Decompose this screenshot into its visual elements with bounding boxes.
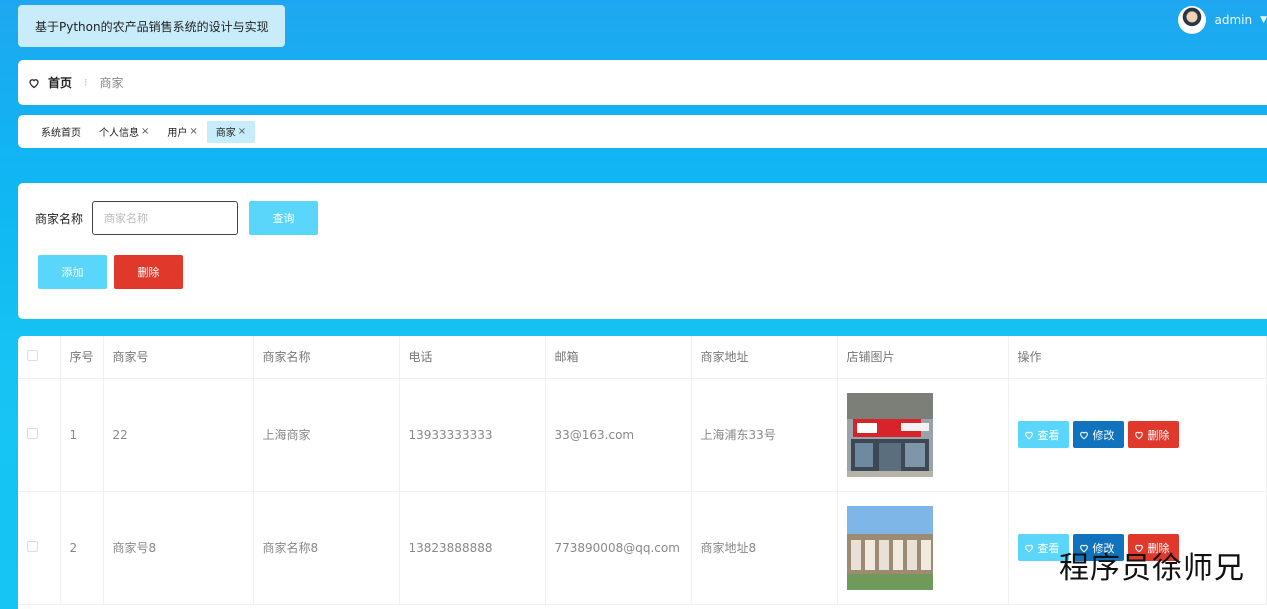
tag-merchants[interactable]: 商家 × <box>206 120 256 143</box>
cell-phone: 13823888888 <box>399 491 546 605</box>
select-all-checkbox[interactable] <box>27 349 38 361</box>
tag-bar: 系统首页 个人信息 × 用户 × 商家 × <box>18 115 1267 148</box>
breadcrumb-home[interactable]: 首页 <box>48 74 72 91</box>
tag-users[interactable]: 用户 × <box>158 121 206 143</box>
col-index: 序号 <box>60 336 104 379</box>
cell-merchant-no: 商家号8 <box>103 491 254 605</box>
delete-button[interactable]: 删除 <box>114 255 183 289</box>
row-actions: 查看 修改 删除 <box>1017 421 1267 448</box>
cell-merchant-name: 商家名称8 <box>253 491 400 605</box>
table-header: 序号 商家号 商家名称 电话 邮箱 商家地址 店铺图片 操作 <box>18 336 1267 379</box>
heart-icon <box>1134 431 1143 439</box>
row-checkbox[interactable] <box>27 540 38 552</box>
col-email: 邮箱 <box>545 336 692 379</box>
row-checkbox[interactable] <box>27 427 38 439</box>
view-label: 查看 <box>1037 428 1060 442</box>
cell-merchant-no: 22 <box>103 378 254 492</box>
search-panel: 商家名称 查询 添加 删除 <box>18 183 1267 319</box>
breadcrumb: 首页 ⁝ 商家 <box>18 60 1267 105</box>
cell-email: 33@163.com <box>545 378 692 492</box>
col-actions: 操作 <box>1008 336 1267 379</box>
close-icon[interactable]: × <box>189 126 197 137</box>
tag-label: 个人信息 <box>99 128 139 139</box>
shop-image <box>846 392 933 477</box>
cell-index: 1 <box>60 378 104 492</box>
add-button[interactable]: 添加 <box>38 255 107 289</box>
heart-icon <box>1079 431 1088 439</box>
col-merchant-no: 商家号 <box>103 336 254 379</box>
cell-phone: 13933333333 <box>399 378 546 492</box>
view-label: 查看 <box>1037 541 1060 555</box>
cell-address: 上海浦东33号 <box>691 378 838 492</box>
search-input[interactable] <box>92 201 239 235</box>
close-icon[interactable]: × <box>238 126 246 137</box>
chevron-down-icon[interactable]: ▼ <box>1260 15 1267 25</box>
cell-email: 773890008@qq.com <box>545 491 692 605</box>
user-menu[interactable]: admin ▼ <box>1178 6 1267 34</box>
heart-icon <box>1024 431 1033 439</box>
tag-label: 商家 <box>215 128 236 139</box>
tag-profile[interactable]: 个人信息 × <box>90 121 158 143</box>
row-delete-button[interactable]: 删除 <box>1127 421 1179 448</box>
col-shop-image: 店铺图片 <box>837 336 1009 379</box>
user-name[interactable]: admin <box>1214 13 1252 27</box>
edit-button[interactable]: 修改 <box>1072 421 1124 448</box>
shop-image <box>846 505 933 590</box>
cell-index: 2 <box>60 491 104 605</box>
heart-icon <box>29 78 39 88</box>
col-merchant-name: 商家名称 <box>253 336 400 379</box>
close-icon[interactable]: × <box>141 126 149 137</box>
tag-label: 系统首页 <box>41 128 81 139</box>
avatar[interactable] <box>1178 6 1207 34</box>
tag-label: 用户 <box>167 128 188 139</box>
watermark: 程序员徐师兄 <box>1059 551 1245 586</box>
col-address: 商家地址 <box>691 336 838 379</box>
search-label: 商家名称 <box>35 211 84 226</box>
view-button[interactable]: 查看 <box>1017 421 1069 448</box>
app-title: 基于Python的农产品销售系统的设计与实现 <box>18 5 285 47</box>
col-phone: 电话 <box>399 336 546 379</box>
tag-home[interactable]: 系统首页 <box>32 121 90 143</box>
edit-label: 修改 <box>1092 428 1115 442</box>
cell-address: 商家地址8 <box>691 491 838 605</box>
breadcrumb-current: 商家 <box>99 76 124 90</box>
table-row: 1 22 上海商家 13933333333 33@163.com 上海浦东33号 <box>18 378 1267 492</box>
delete-label: 删除 <box>1147 428 1170 442</box>
cell-merchant-name: 上海商家 <box>253 378 400 492</box>
heart-icon <box>1024 544 1033 552</box>
breadcrumb-separator: ⁝ <box>84 76 88 89</box>
query-button[interactable]: 查询 <box>249 201 319 235</box>
